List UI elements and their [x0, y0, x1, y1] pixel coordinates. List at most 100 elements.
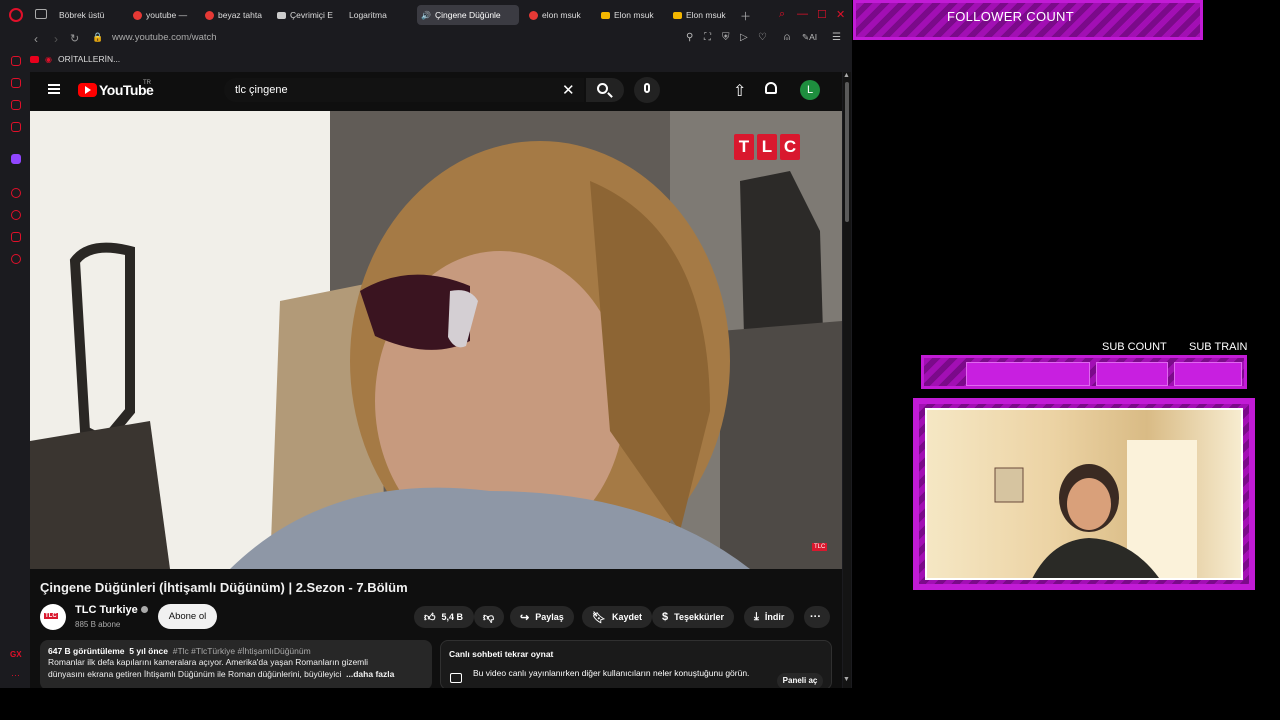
bookmark-icon: 🔖︎: [592, 611, 606, 624]
tab-elon-msuk-2[interactable]: Elon msuk: [597, 5, 659, 25]
menu-icon[interactable]: [48, 84, 60, 94]
opera-menu-icon[interactable]: [9, 8, 23, 22]
thumbs-down-icon: 👎︎: [483, 611, 495, 624]
save-button[interactable]: 🔖︎ Kaydet: [582, 606, 652, 628]
workspaces-icon[interactable]: [35, 9, 47, 19]
tab-cingene-dugunleri[interactable]: 🔊 Çingene Düğünle: [417, 5, 519, 25]
pin-icon[interactable]: ⚲: [686, 32, 693, 43]
tlc-logo: T L C: [734, 134, 800, 160]
twitch-icon[interactable]: [11, 154, 21, 164]
description-line: Romanlar ilk defa kapılarını kameralara …: [48, 657, 369, 667]
open-panel-button[interactable]: Paneli aç: [777, 673, 823, 688]
upload-icon[interactable]: ⇧: [733, 81, 746, 101]
search-button[interactable]: [586, 78, 624, 102]
bookmark-icon: ◉: [45, 54, 52, 64]
chat-replay-panel: Canlı sohbeti tekrar oynat Bu video canl…: [440, 640, 832, 688]
tab-youtube[interactable]: youtube —: [129, 5, 191, 25]
sub-train-segment: [1096, 362, 1168, 386]
speaker-icon: 🔊: [421, 10, 431, 20]
scroll-thumb[interactable]: [845, 82, 849, 222]
bookmark-item[interactable]: ORİTALLERİN...: [58, 54, 120, 64]
folder-icon: [673, 11, 682, 19]
share-button[interactable]: ↪ Paylaş: [510, 606, 574, 628]
download-icon: ⤓: [754, 610, 759, 623]
tab-elon-msuk-3[interactable]: Elon msuk: [669, 5, 731, 25]
back-icon[interactable]: ‹: [34, 32, 38, 46]
snapshot-icon[interactable]: ⛶: [704, 32, 711, 43]
thumbs-up-icon: 👍︎: [424, 611, 436, 624]
channel-avatar[interactable]: [40, 604, 66, 630]
region-code: TR: [143, 80, 151, 86]
search-tabs-icon[interactable]: ⌕: [779, 8, 785, 21]
ai-sidebar-icon[interactable]: [11, 56, 21, 66]
opera-sidebar: GX ···: [0, 30, 30, 688]
notifications-icon[interactable]: [765, 82, 777, 94]
tab-elon-msuk-1[interactable]: elon msuk: [525, 5, 587, 25]
subscribe-button[interactable]: Abone ol: [158, 604, 217, 629]
gx-corner-icon[interactable]: GX: [10, 650, 22, 659]
share-icon: ↪: [520, 611, 530, 624]
extensions-icon[interactable]: [11, 232, 21, 242]
yandex-icon: [133, 10, 142, 20]
shield-icon[interactable]: ⛨: [722, 32, 730, 43]
description-box[interactable]: 647 B görüntüleme 5 yıl önce #Tlc #TlcTü…: [40, 640, 432, 688]
video-frame: [30, 111, 842, 569]
history-icon[interactable]: [11, 210, 21, 220]
minimize-button[interactable]: —: [797, 8, 808, 20]
tlc-watermark: TLC: [812, 543, 828, 551]
messenger-icon[interactable]: [11, 100, 21, 110]
account-icon[interactable]: ⍝: [784, 32, 790, 43]
like-button[interactable]: 👍︎ 5,4 B: [414, 606, 474, 628]
scroll-down-icon[interactable]: ▼: [843, 676, 850, 683]
voice-search-button[interactable]: [634, 77, 660, 103]
player-icon[interactable]: [11, 188, 21, 198]
document-icon: [277, 11, 286, 19]
thanks-button[interactable]: $ Teşekkürler: [652, 606, 734, 628]
youtube-icon: [30, 55, 39, 63]
easy-setup-icon[interactable]: ☰: [832, 32, 841, 43]
webcam-feed: [925, 408, 1243, 580]
aria-ai-button[interactable]: ✎AI: [802, 32, 817, 43]
more-icon[interactable]: ···: [11, 670, 20, 680]
tab-logaritma[interactable]: Logaritma: [345, 5, 409, 25]
news-icon[interactable]: [11, 122, 21, 132]
folder-icon: [601, 11, 610, 19]
subscriber-count: 885 B abone: [75, 620, 121, 629]
description-meta: 647 B görüntüleme 5 yıl önce #Tlc #TlcTü…: [48, 646, 311, 656]
sub-train-segment: [1174, 362, 1242, 386]
reload-icon[interactable]: ↻: [70, 32, 79, 45]
forward-icon[interactable]: ›: [54, 32, 58, 46]
chat-description: Bu video canlı yayınlanırken diğer kulla…: [473, 668, 750, 678]
more-icon: ···: [810, 611, 821, 623]
address-bar: ‹ › ↻ 🔒 www.youtube.com/watch ⚲ ⛶ ⛨ ▷ ♡ …: [26, 30, 852, 50]
close-window-button[interactable]: ✕: [836, 8, 845, 21]
page-scrollbar[interactable]: ▲ ▼: [843, 72, 851, 688]
youtube-header: YouTube TR tlc çingene ✕ ⇧ L: [30, 72, 842, 110]
scroll-up-icon[interactable]: ▲: [843, 72, 850, 79]
youtube-logo-icon[interactable]: [78, 83, 97, 97]
youtube-page: YouTube TR tlc çingene ✕ ⇧ L T L C TLC Ç…: [30, 72, 842, 688]
shopping-icon[interactable]: [11, 78, 21, 88]
show-more-link[interactable]: ...daha fazla: [346, 669, 394, 679]
channel-name[interactable]: TLC Turkiye: [75, 604, 148, 616]
settings-icon[interactable]: [11, 254, 21, 264]
sub-count-segment: [966, 362, 1090, 386]
search-input[interactable]: tlc çingene ✕: [224, 78, 584, 102]
video-player[interactable]: T L C TLC: [30, 111, 842, 569]
maximize-button[interactable]: ☐: [817, 8, 827, 21]
url-field[interactable]: www.youtube.com/watch: [112, 32, 217, 43]
heart-icon[interactable]: ♡: [758, 32, 767, 43]
tab-bobrek[interactable]: Böbrek üstü: [55, 5, 123, 25]
description-line: dünyasını ekrana getiren İhtişamlı Düğün…: [48, 669, 395, 679]
new-tab-button[interactable]: ＋: [740, 8, 751, 24]
tab-cevrimici[interactable]: Çevrimiçi E: [273, 5, 335, 25]
webcam-frame: [913, 398, 1255, 590]
clear-search-icon[interactable]: ✕: [562, 81, 575, 99]
send-icon[interactable]: ▷: [740, 32, 748, 43]
download-button[interactable]: ⤓ İndir: [744, 606, 795, 628]
account-avatar[interactable]: L: [800, 80, 820, 100]
more-actions-button[interactable]: ···: [804, 606, 830, 628]
dislike-button[interactable]: 👎︎: [474, 606, 504, 628]
tab-beyaz-tahta[interactable]: beyaz tahta: [201, 5, 263, 25]
lock-icon: 🔒: [92, 32, 104, 42]
